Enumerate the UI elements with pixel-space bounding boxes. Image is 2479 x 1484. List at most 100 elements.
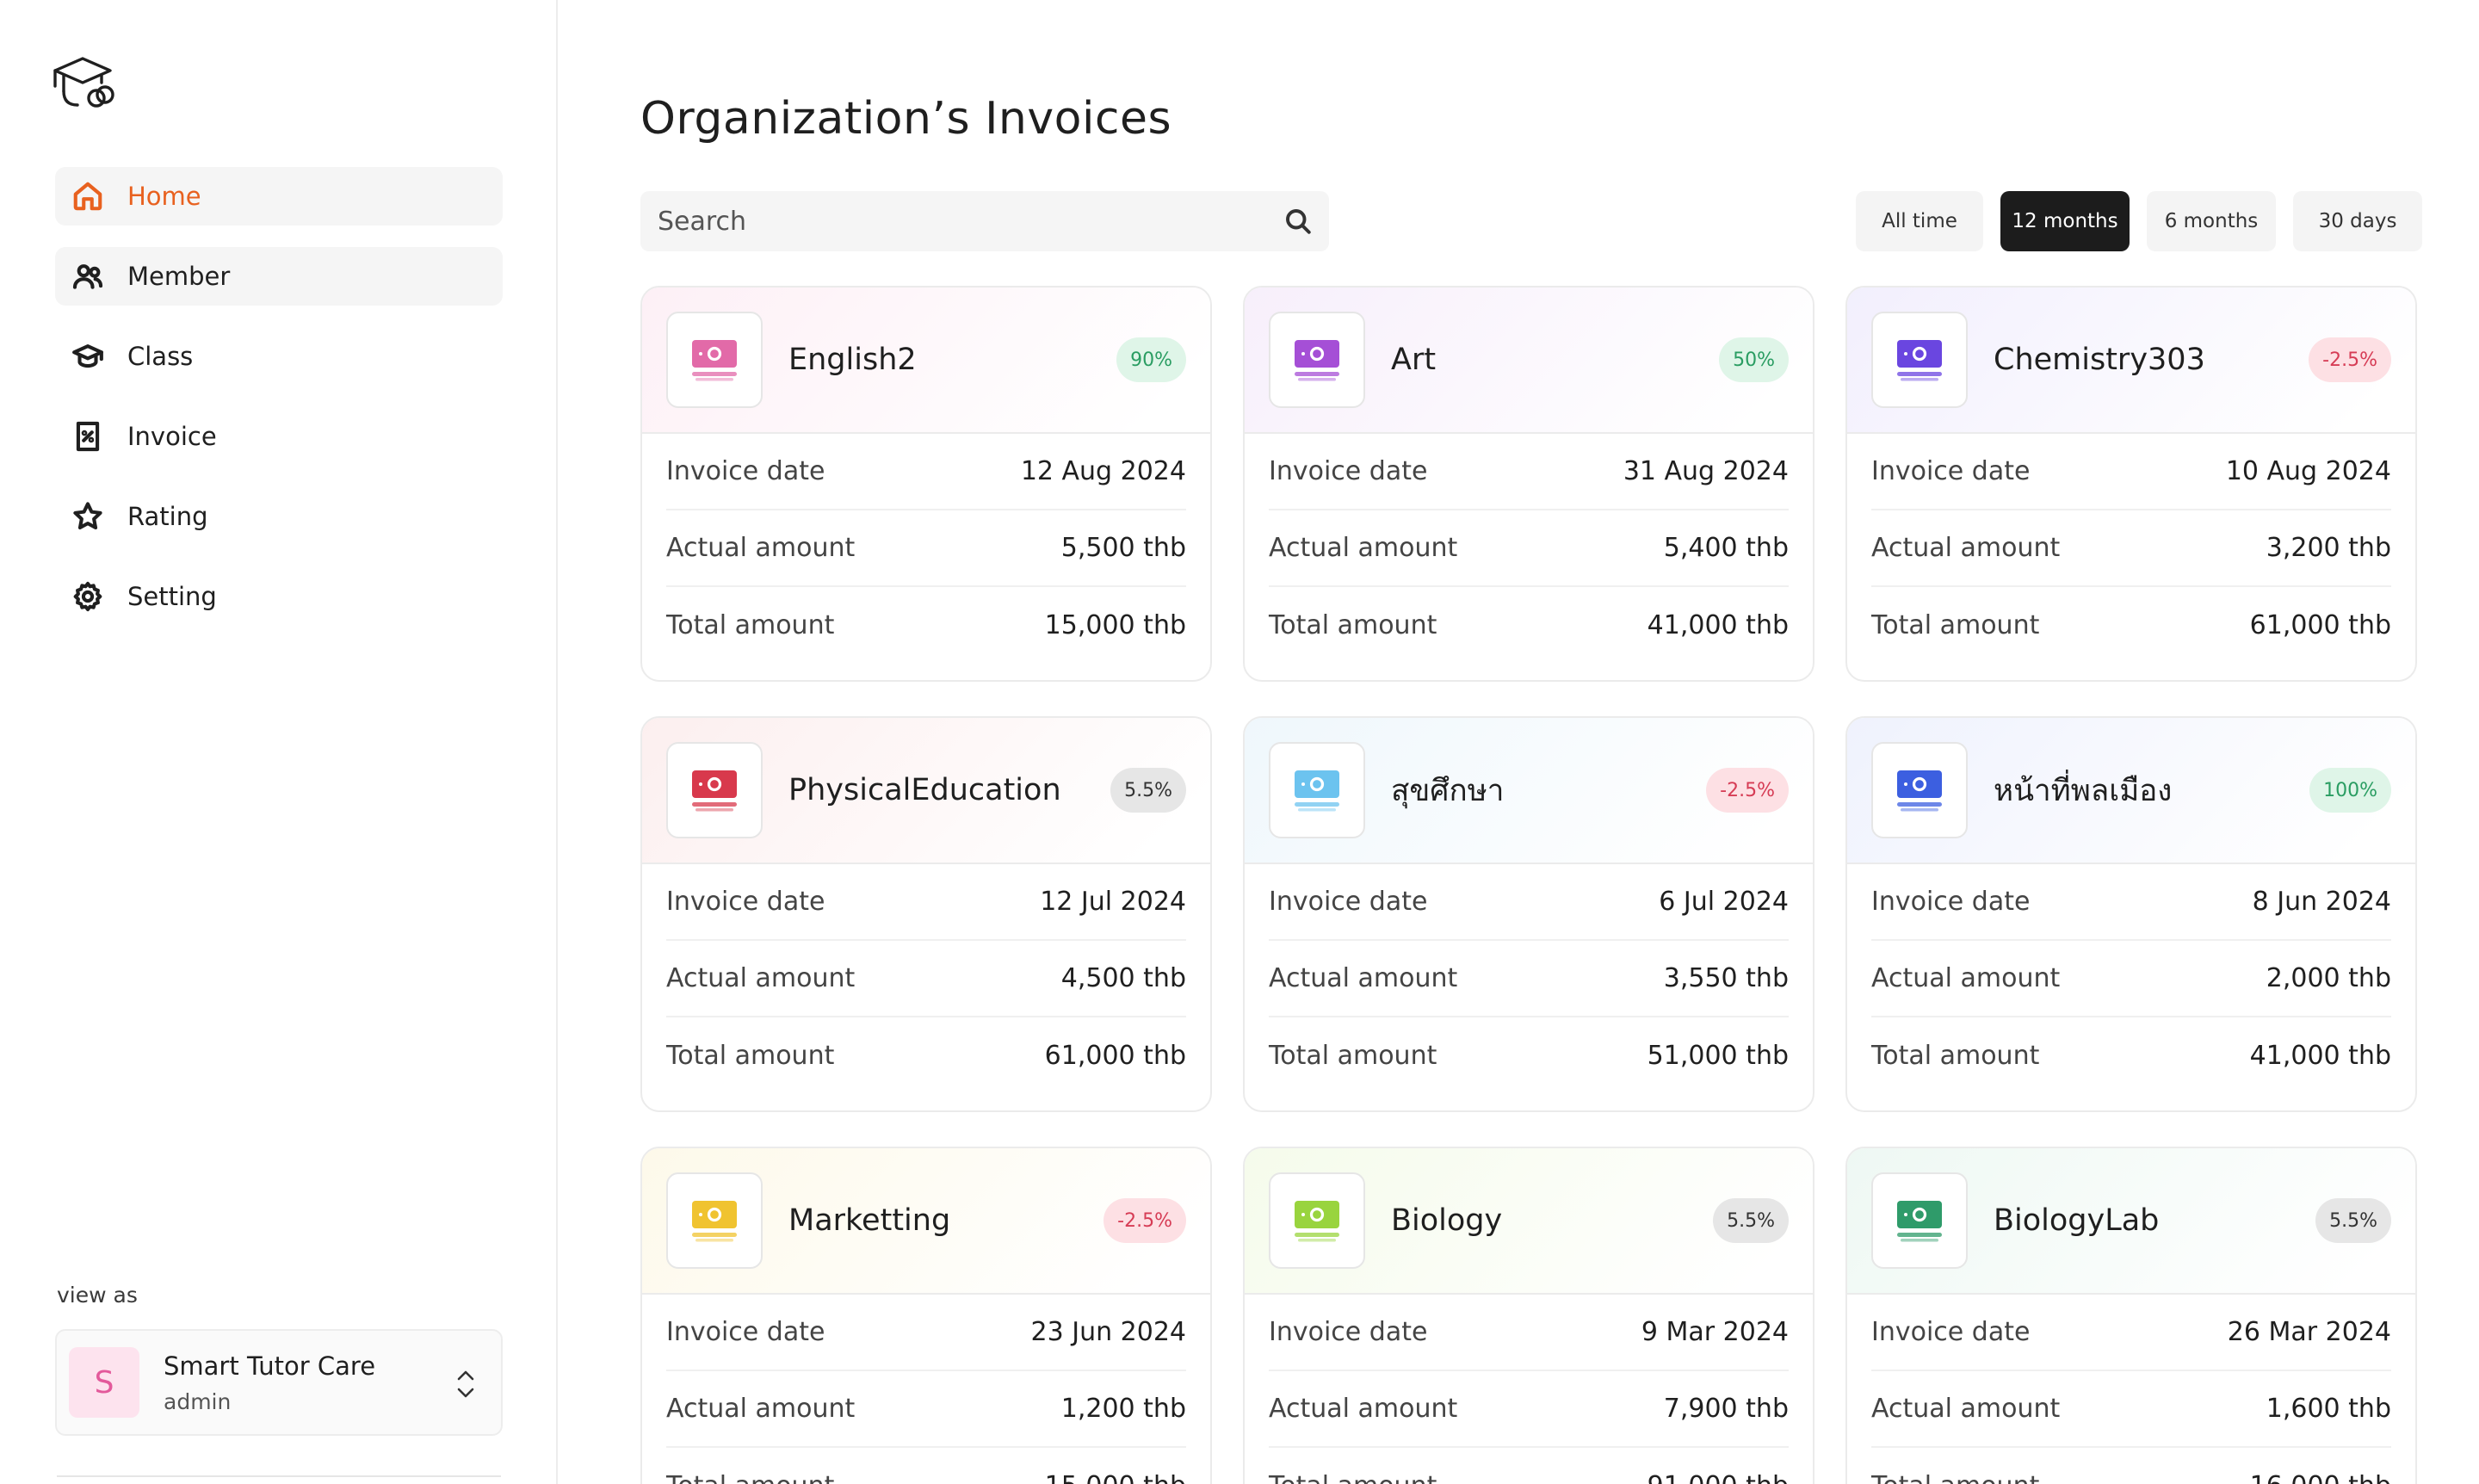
money-icon-box	[666, 1172, 763, 1269]
actual-amount-value: 1,200 thb	[1060, 1394, 1186, 1424]
total-amount-row: Total amount 61,000 thb	[666, 1017, 1186, 1094]
banknote-icon	[1295, 770, 1339, 812]
card-body: Invoice date 6 Jul 2024 Actual amount 3,…	[1245, 864, 1813, 1094]
organization-info: Smart Tutor Care admin	[164, 1351, 375, 1414]
total-amount-label: Total amount	[1871, 1041, 2040, 1071]
actual-amount-label: Actual amount	[666, 963, 856, 993]
invoice-date-value: 12 Aug 2024	[1020, 456, 1186, 486]
sidebar-item-label: Invoice	[127, 422, 217, 451]
class-name: Biology	[1391, 1203, 1503, 1238]
users-icon	[69, 257, 107, 295]
actual-amount-row: Actual amount 1,600 thb	[1871, 1371, 2391, 1448]
actual-amount-row: Actual amount 3,200 thb	[1871, 510, 2391, 587]
receipt-icon	[69, 417, 107, 455]
total-amount-label: Total amount	[666, 1471, 834, 1484]
invoice-date-row: Invoice date 23 Jun 2024	[666, 1295, 1186, 1371]
sidebar-item-class[interactable]: Class	[55, 327, 503, 386]
total-amount-label: Total amount	[1269, 610, 1437, 640]
actual-amount-label: Actual amount	[1871, 533, 2061, 563]
graduation-cap-icon[interactable]	[52, 52, 121, 114]
money-icon-box	[1871, 1172, 1968, 1269]
invoice-date-row: Invoice date 31 Aug 2024	[1269, 434, 1789, 510]
invoice-card[interactable]: Chemistry303 -2.5% Invoice date 10 Aug 2…	[1845, 286, 2417, 682]
banknote-icon	[692, 770, 737, 812]
banknote-icon	[1897, 340, 1942, 381]
total-amount-row: Total amount 91,000 thb	[1269, 1448, 1789, 1484]
actual-amount-label: Actual amount	[1269, 963, 1458, 993]
actual-amount-row: Actual amount 7,900 thb	[1269, 1371, 1789, 1448]
money-icon-box	[1269, 742, 1365, 838]
card-body: Invoice date 12 Aug 2024 Actual amount 5…	[642, 434, 1210, 664]
home-icon	[69, 177, 107, 215]
actual-amount-value: 3,200 thb	[2266, 533, 2391, 563]
invoice-date-value: 31 Aug 2024	[1623, 456, 1789, 486]
status-badge: 50%	[1719, 337, 1789, 382]
invoice-date-row: Invoice date 8 Jun 2024	[1871, 864, 2391, 941]
money-icon-box	[666, 312, 763, 408]
invoice-card[interactable]: Marketting -2.5% Invoice date 23 Jun 202…	[640, 1147, 1212, 1484]
filter-30-days[interactable]: 30 days	[2293, 191, 2422, 251]
total-amount-value: 15,000 thb	[1044, 610, 1186, 640]
sidebar-item-member[interactable]: Member	[55, 247, 503, 306]
invoice-date-label: Invoice date	[666, 887, 825, 917]
invoice-date-row: Invoice date 6 Jul 2024	[1269, 864, 1789, 941]
invoice-date-value: 23 Jun 2024	[1030, 1317, 1186, 1347]
invoice-card[interactable]: BiologyLab 5.5% Invoice date 26 Mar 2024…	[1845, 1147, 2417, 1484]
invoice-date-label: Invoice date	[1269, 456, 1428, 486]
organization-switcher[interactable]: S Smart Tutor Care admin	[55, 1329, 503, 1436]
filter-all-time[interactable]: All time	[1856, 191, 1983, 251]
invoice-date-value: 12 Jul 2024	[1040, 887, 1186, 917]
total-amount-label: Total amount	[666, 610, 835, 640]
class-name: PhysicalEducation	[788, 773, 1061, 807]
invoice-date-value: 9 Mar 2024	[1641, 1317, 1789, 1347]
search-icon[interactable]	[1283, 206, 1314, 237]
invoice-card[interactable]: Biology 5.5% Invoice date 9 Mar 2024 Act…	[1243, 1147, 1814, 1484]
card-body: Invoice date 23 Jun 2024 Actual amount 1…	[642, 1295, 1210, 1484]
total-amount-row: Total amount 41,000 thb	[1269, 587, 1789, 664]
sidebar-nav: Home Member Class Invoice Rating Setting	[55, 167, 503, 647]
filter-6-months[interactable]: 6 months	[2147, 191, 2276, 251]
actual-amount-value: 2,000 thb	[2266, 963, 2391, 993]
actual-amount-row: Actual amount 1,200 thb	[666, 1371, 1186, 1448]
banknote-icon	[1295, 340, 1339, 381]
total-amount-row: Total amount 41,000 thb	[1871, 1017, 2391, 1094]
money-icon-box	[1269, 312, 1365, 408]
sidebar-item-home[interactable]: Home	[55, 167, 503, 226]
total-amount-row: Total amount 15,000 thb	[666, 1448, 1186, 1484]
sidebar-item-label: Home	[127, 182, 201, 211]
search-input[interactable]	[658, 206, 1260, 237]
actual-amount-value: 3,550 thb	[1663, 963, 1789, 993]
card-header: Chemistry303 -2.5%	[1847, 288, 2415, 434]
total-amount-value: 41,000 thb	[1647, 610, 1789, 640]
invoice-card[interactable]: หน้าที่พลเมือง 100% Invoice date 8 Jun 2…	[1845, 716, 2417, 1112]
sidebar-item-invoice[interactable]: Invoice	[55, 407, 503, 466]
invoice-card[interactable]: สุขศึกษา -2.5% Invoice date 6 Jul 2024 A…	[1243, 716, 1814, 1112]
sidebar-item-label: Class	[127, 342, 194, 371]
status-badge: 5.5%	[1110, 768, 1186, 813]
card-header: BiologyLab 5.5%	[1847, 1148, 2415, 1295]
total-amount-row: Total amount 61,000 thb	[1871, 587, 2391, 664]
invoice-date-row: Invoice date 10 Aug 2024	[1871, 434, 2391, 510]
class-name: Art	[1391, 343, 1437, 377]
chevron-up-down-icon[interactable]	[453, 1365, 479, 1403]
invoice-card[interactable]: Art 50% Invoice date 31 Aug 2024 Actual …	[1243, 286, 1814, 682]
total-amount-value: 41,000 thb	[2249, 1041, 2391, 1071]
invoice-card[interactable]: English2 90% Invoice date 12 Aug 2024 Ac…	[640, 286, 1212, 682]
actual-amount-row: Actual amount 2,000 thb	[1871, 941, 2391, 1017]
banknote-icon	[1295, 1201, 1339, 1242]
sidebar-item-setting[interactable]: Setting	[55, 567, 503, 626]
app: Home Member Class Invoice Rating Setting…	[0, 0, 2479, 1484]
actual-amount-row: Actual amount 3,550 thb	[1269, 941, 1789, 1017]
filter-12-months[interactable]: 12 months	[2000, 191, 2130, 251]
actual-amount-label: Actual amount	[666, 1394, 856, 1424]
organization-name: Smart Tutor Care	[164, 1351, 376, 1381]
divider	[57, 1475, 501, 1477]
banknote-icon	[1897, 770, 1942, 812]
money-icon-box	[1871, 742, 1968, 838]
invoice-card[interactable]: PhysicalEducation 5.5% Invoice date 12 J…	[640, 716, 1212, 1112]
invoice-date-label: Invoice date	[1871, 887, 2031, 917]
total-amount-label: Total amount	[1871, 610, 2040, 640]
banknote-icon	[692, 1201, 737, 1242]
total-amount-value: 51,000 thb	[1647, 1041, 1789, 1071]
sidebar-item-rating[interactable]: Rating	[55, 487, 503, 546]
